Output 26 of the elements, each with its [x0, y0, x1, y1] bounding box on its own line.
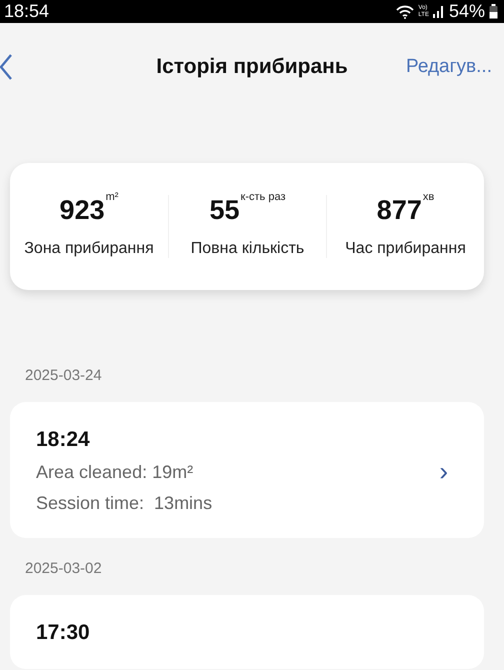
stat-label: Зона прибирання	[24, 240, 154, 258]
area-text: Area cleaned: 19m²	[36, 462, 194, 483]
duration-text: Session time: 13mins	[36, 493, 214, 514]
wifi-icon	[396, 4, 414, 18]
status-time: 18:54	[4, 1, 50, 22]
stat-label: Час прибирання	[345, 240, 466, 258]
date-heading: 2025-03-02	[25, 560, 103, 577]
edit-link[interactable]: Редагув...	[406, 56, 492, 78]
stat-label: Повна кількість	[190, 240, 304, 258]
chevron-icon: ›	[439, 456, 448, 486]
back-icon[interactable]	[0, 54, 12, 80]
battery-percent: 54%	[448, 1, 485, 22]
stat-unit: хв	[422, 191, 434, 203]
page-title: Історія прибирань	[156, 55, 348, 79]
battery-icon	[489, 4, 498, 19]
session-card[interactable]: 18:24 Area cleaned: 19m² Session time: 13mins ›	[10, 402, 484, 538]
signal-icon	[432, 5, 445, 18]
stat-unit: к-сть раз	[240, 191, 286, 203]
session-card[interactable]: 17:30	[10, 595, 484, 669]
session-time: 17:30	[36, 621, 91, 645]
date-heading: 2025-03-24	[25, 367, 103, 384]
stat-value: 877	[376, 195, 422, 226]
stat-value: 55	[209, 195, 240, 226]
session-time: 18:24	[36, 428, 91, 452]
stat-value: 923	[60, 195, 105, 226]
stat-unit: m²	[106, 191, 118, 203]
